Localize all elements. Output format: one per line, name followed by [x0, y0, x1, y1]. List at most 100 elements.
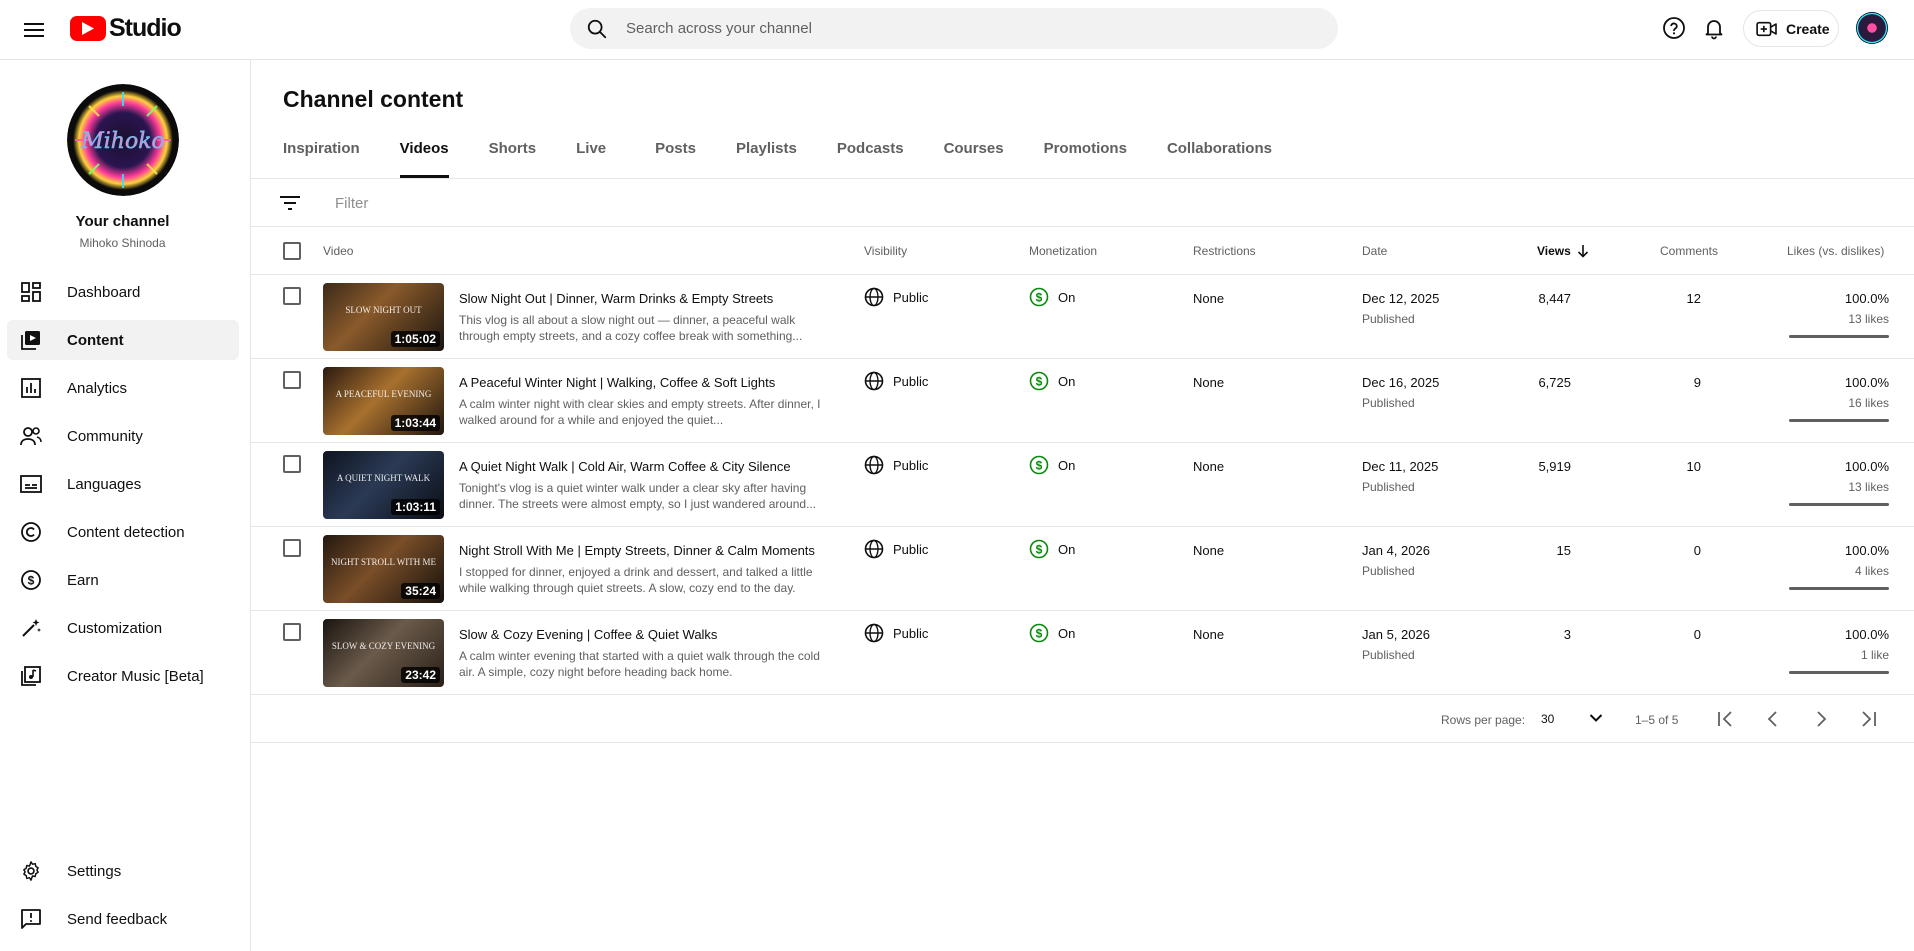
row-checkbox[interactable]: [283, 287, 301, 305]
video-title[interactable]: Slow Night Out | Dinner, Warm Drinks & E…: [459, 291, 773, 306]
select-all-checkbox[interactable]: [283, 242, 301, 260]
sidebar-item-languages[interactable]: Languages: [7, 464, 239, 504]
visibility-cell[interactable]: Public: [864, 287, 928, 307]
row-checkbox[interactable]: [283, 455, 301, 473]
visibility-cell[interactable]: Public: [864, 623, 928, 643]
avatar-logo-text: Mihoko: [80, 129, 165, 154]
column-date[interactable]: Date: [1362, 244, 1387, 258]
create-button[interactable]: Create: [1743, 10, 1839, 47]
sidebar-item-label: Creator Music [Beta]: [67, 667, 204, 685]
column-restrictions[interactable]: Restrictions: [1193, 244, 1256, 258]
video-title[interactable]: A Quiet Night Walk | Cold Air, Warm Coff…: [459, 459, 791, 474]
hamburger-menu-icon: [24, 23, 44, 37]
monetization-cell[interactable]: $ On: [1029, 455, 1075, 475]
channel-avatar[interactable]: Mihoko: [67, 84, 179, 196]
filter-input[interactable]: [335, 179, 835, 227]
video-thumbnail[interactable]: A QUIET NIGHT WALK 1:03:11: [323, 451, 444, 519]
tab-podcasts[interactable]: Podcasts: [837, 140, 904, 178]
column-views[interactable]: Views: [1537, 244, 1589, 258]
tab-inspiration[interactable]: Inspiration: [283, 140, 360, 178]
search-input[interactable]: [626, 8, 1306, 49]
sidebar-item-label: Community: [67, 427, 143, 445]
monetization-cell[interactable]: $ On: [1029, 287, 1075, 307]
first-page-icon: [1718, 711, 1732, 727]
channel-title[interactable]: Your channel: [0, 213, 245, 230]
sidebar-item-content[interactable]: Content: [7, 320, 239, 360]
row-checkbox[interactable]: [283, 539, 301, 557]
svg-text:$: $: [1036, 626, 1043, 640]
visibility-cell[interactable]: Public: [864, 455, 928, 475]
tab-courses[interactable]: Courses: [944, 140, 1004, 178]
magic-wand-icon: [19, 616, 43, 640]
tab-posts[interactable]: Posts: [655, 140, 696, 178]
monetization-value: On: [1058, 373, 1076, 389]
youtube-play-icon: [70, 16, 106, 41]
video-duration: 35:24: [401, 583, 440, 599]
monetization-cell[interactable]: $ On: [1029, 623, 1075, 643]
page-title: Channel content: [283, 86, 464, 112]
sidebar-item-analytics[interactable]: Analytics: [7, 368, 239, 408]
chevron-left-icon: [1767, 711, 1777, 727]
row-checkbox[interactable]: [283, 623, 301, 641]
globe-icon: [864, 623, 884, 643]
tab-live[interactable]: Live: [576, 140, 606, 178]
video-title[interactable]: Night Stroll With Me | Empty Streets, Di…: [459, 543, 815, 558]
studio-logo[interactable]: Studio: [70, 14, 182, 43]
video-thumbnail[interactable]: SLOW & COZY EVENING 23:42: [323, 619, 444, 687]
sidebar-item-creator-music[interactable]: Creator Music [Beta]: [7, 656, 239, 696]
monetization-cell[interactable]: $ On: [1029, 539, 1075, 559]
visibility-cell[interactable]: Public: [864, 371, 928, 391]
sidebar-item-settings[interactable]: Settings: [7, 851, 239, 891]
notifications-button[interactable]: [1700, 14, 1728, 42]
tab-videos[interactable]: Videos: [399, 140, 449, 178]
svg-text:$: $: [1036, 290, 1043, 304]
likes-count: 13 likes: [1848, 480, 1889, 494]
filter-icon[interactable]: [279, 193, 301, 213]
sidebar-item-customization[interactable]: Customization: [7, 608, 239, 648]
video-duration: 1:03:44: [390, 415, 440, 431]
sidebar-item-dashboard[interactable]: Dashboard: [7, 272, 239, 312]
sidebar-item-earn[interactable]: $ Earn: [7, 560, 239, 600]
likes-ratio-bar: [1789, 587, 1889, 590]
video-description: Tonight's vlog is a quiet winter walk un…: [459, 481, 817, 511]
table-row[interactable]: SLOW NIGHT OUT 1:05:02 Slow Night Out | …: [251, 275, 1914, 359]
search-bar[interactable]: [570, 8, 1338, 49]
thumbnail-text: NIGHT STROLL WITH ME: [330, 557, 437, 567]
column-comments[interactable]: Comments: [1660, 244, 1718, 258]
last-page-button[interactable]: [1856, 707, 1880, 731]
tab-promotions[interactable]: Promotions: [1044, 140, 1127, 178]
video-thumbnail[interactable]: NIGHT STROLL WITH ME 35:24: [323, 535, 444, 603]
row-checkbox[interactable]: [283, 371, 301, 389]
table-row[interactable]: NIGHT STROLL WITH ME 35:24 Night Stroll …: [251, 527, 1914, 611]
account-avatar[interactable]: [1856, 12, 1888, 44]
monetization-cell[interactable]: $ On: [1029, 371, 1075, 391]
rows-per-page-select[interactable]: 30: [1541, 707, 1603, 731]
sidebar-item-content-detection[interactable]: Content detection: [7, 512, 239, 552]
video-thumbnail[interactable]: A PEACEFUL EVENING 1:03:44: [323, 367, 444, 435]
restrictions-value: None: [1193, 543, 1225, 558]
table-row[interactable]: A QUIET NIGHT WALK 1:03:11 A Quiet Night…: [251, 443, 1914, 527]
dollar-icon: $: [1029, 287, 1049, 307]
menu-button[interactable]: [16, 12, 52, 48]
video-thumbnail[interactable]: SLOW NIGHT OUT 1:05:02: [323, 283, 444, 351]
table-row[interactable]: SLOW & COZY EVENING 23:42 Slow & Cozy Ev…: [251, 611, 1914, 695]
thumbnail-text: SLOW & COZY EVENING: [331, 641, 436, 651]
help-button[interactable]: [1660, 14, 1688, 42]
visibility-cell[interactable]: Public: [864, 539, 928, 559]
column-likes[interactable]: Likes (vs. dislikes): [1787, 244, 1884, 258]
column-visibility[interactable]: Visibility: [864, 244, 907, 258]
video-title[interactable]: A Peaceful Winter Night | Walking, Coffe…: [459, 375, 775, 390]
first-page-button[interactable]: [1714, 707, 1738, 731]
column-monetization[interactable]: Monetization: [1029, 244, 1097, 258]
video-title[interactable]: Slow & Cozy Evening | Coffee & Quiet Wal…: [459, 627, 717, 642]
next-page-button[interactable]: [1809, 707, 1833, 731]
sidebar-item-community[interactable]: Community: [7, 416, 239, 456]
sidebar-item-send-feedback[interactable]: Send feedback: [7, 899, 239, 939]
tab-collaborations[interactable]: Collaborations: [1167, 140, 1272, 178]
previous-page-button[interactable]: [1761, 707, 1785, 731]
tab-shorts[interactable]: Shorts: [489, 140, 537, 178]
visibility-value: Public: [893, 625, 929, 641]
rows-per-page-value: 30: [1541, 712, 1555, 726]
table-row[interactable]: A PEACEFUL EVENING 1:03:44 A Peaceful Wi…: [251, 359, 1914, 443]
tab-playlists[interactable]: Playlists: [736, 140, 797, 178]
